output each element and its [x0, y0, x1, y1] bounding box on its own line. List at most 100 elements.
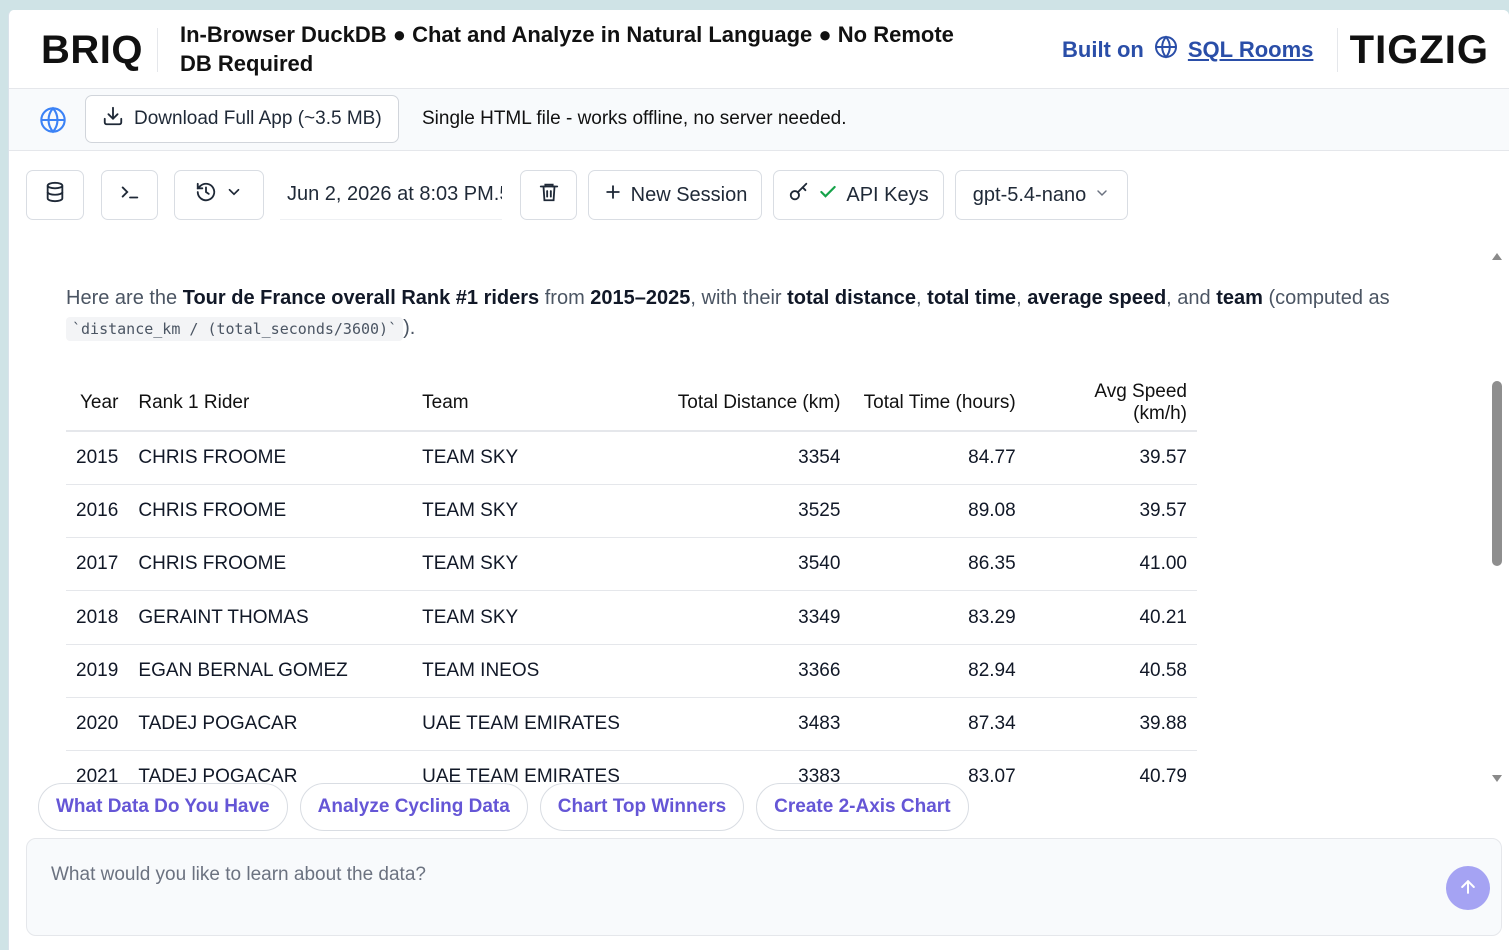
table-cell: 39.57 — [1025, 431, 1197, 485]
send-button[interactable] — [1446, 866, 1490, 910]
database-button[interactable] — [26, 170, 84, 220]
table-cell: TEAM SKY — [412, 484, 632, 539]
table-cell: 2015 — [66, 431, 129, 485]
new-session-button[interactable]: New Session — [588, 170, 762, 220]
new-session-label: New Session — [630, 183, 748, 206]
history-icon — [195, 181, 217, 209]
language-globe-icon[interactable] — [39, 106, 67, 139]
check-icon — [818, 182, 838, 208]
table-cell: TADEJ POGACAR — [128, 750, 413, 786]
app-tagline: In-Browser DuckDB ● Chat and Analyze in … — [180, 22, 954, 76]
sql-terminal-button[interactable] — [101, 170, 158, 220]
built-on-label: Built on — [1062, 37, 1144, 62]
table-cell: 2019 — [66, 644, 129, 698]
api-keys-button[interactable]: API Keys — [773, 170, 944, 220]
suggestion-chip[interactable]: Analyze Cycling Data — [299, 783, 528, 831]
model-select[interactable]: gpt-5.4-nano — [955, 170, 1128, 220]
table-cell: 3383 — [631, 750, 851, 786]
column-header: Team — [412, 375, 632, 432]
table-cell: GERAINT THOMAS — [128, 590, 413, 645]
table-cell: CHRIS FROOME — [128, 537, 413, 592]
table-cell: 3354 — [631, 431, 851, 485]
table-cell: 86.35 — [850, 537, 1026, 592]
table-cell: 89.08 — [850, 484, 1026, 539]
table-cell: UAE TEAM EMIRATES — [412, 697, 632, 752]
message-bold: team — [1216, 287, 1263, 309]
table-cell: 3366 — [631, 644, 851, 698]
download-app-button[interactable]: Download Full App (~3.5 MB) — [85, 95, 399, 143]
assistant-message: Here are the Tour de France overall Rank… — [66, 283, 1426, 344]
table-cell: CHRIS FROOME — [128, 484, 413, 539]
divider — [1337, 28, 1338, 72]
session-name-field[interactable]: Jun 2, 2026 at 8:03 PM.5 — [280, 170, 502, 220]
message-text: (computed as — [1262, 287, 1390, 309]
scroll-down-arrow-icon[interactable] — [1492, 775, 1502, 782]
table-cell: 2018 — [66, 590, 129, 645]
table-cell: 2021 — [66, 750, 129, 786]
trash-icon — [538, 181, 560, 209]
table-cell: 82.94 — [850, 644, 1026, 698]
table-cell: TEAM SKY — [412, 537, 632, 592]
suggestion-chip[interactable]: Create 2-Axis Chart — [756, 783, 969, 831]
api-keys-label: API Keys — [846, 183, 929, 206]
chat-scrollbar[interactable] — [1487, 241, 1509, 786]
built-on: Built on SQL Rooms — [1062, 35, 1313, 65]
table-cell: 2020 — [66, 697, 129, 752]
table-cell: 41.00 — [1025, 537, 1197, 592]
globe-icon — [1154, 35, 1178, 65]
session-history-button[interactable] — [174, 170, 264, 220]
chat-input[interactable] — [39, 847, 1436, 927]
table-cell: 39.88 — [1025, 697, 1197, 752]
scroll-up-arrow-icon[interactable] — [1492, 253, 1502, 260]
table-cell: CHRIS FROOME — [128, 431, 413, 485]
message-bold: average speed — [1027, 287, 1167, 309]
table-row: 2017 CHRIS FROOME TEAM SKY 3540 86.35 41.00 — [66, 537, 1197, 592]
message-text: , with their — [690, 287, 788, 309]
offline-note: Single HTML file - works offline, no ser… — [422, 108, 847, 129]
results-table: Year Rank 1 Rider Team Total Distance (k… — [66, 375, 1197, 786]
message-text: , and — [1166, 287, 1217, 309]
tigzig-logo[interactable]: TIGZIG — [1350, 28, 1489, 73]
table-cell: 3525 — [631, 484, 851, 539]
table-cell: 2016 — [66, 484, 129, 539]
scroll-thumb[interactable] — [1492, 381, 1502, 566]
table-cell: UAE TEAM EMIRATES — [412, 750, 632, 786]
key-icon — [788, 181, 810, 209]
table-row: 2016 CHRIS FROOME TEAM SKY 3525 89.08 39.57 — [66, 484, 1197, 539]
table-cell: 84.77 — [850, 431, 1026, 485]
table-row: 2021 TADEJ POGACAR UAE TEAM EMIRATES 3383 83… — [66, 750, 1197, 786]
table-cell: 87.34 — [850, 697, 1026, 752]
delete-session-button[interactable] — [520, 170, 577, 220]
chevron-down-icon — [225, 183, 243, 207]
app-header: BRIQ In-Browser DuckDB ● Chat and Analyz… — [9, 10, 1509, 89]
message-text: Here are the — [66, 287, 183, 309]
message-bold: 2015–2025 — [590, 287, 691, 309]
message-bold: Tour de France overall Rank #1 riders — [182, 287, 540, 309]
formula-code: `distance_km / (total_seconds/3600)` — [66, 317, 404, 341]
table-row: 2015 CHRIS FROOME TEAM SKY 3354 84.77 39.57 — [66, 431, 1197, 485]
table-cell: 40.21 — [1025, 590, 1197, 645]
suggestion-chip[interactable]: What Data Do You Have — [38, 783, 288, 831]
table-cell: TADEJ POGACAR — [128, 697, 413, 752]
table-cell: 3540 — [631, 537, 851, 592]
column-header: Total Time (hours) — [850, 375, 1026, 432]
suggestion-chips: What Data Do You Have Analyze Cycling Da… — [38, 783, 969, 831]
session-toolbar: Jun 2, 2026 at 8:03 PM.5 New Session API… — [9, 151, 1509, 241]
plus-icon — [603, 182, 623, 208]
sql-rooms-link[interactable]: SQL Rooms — [1188, 37, 1314, 63]
brand-logo[interactable]: BRIQ — [41, 28, 143, 73]
table-cell: 40.79 — [1025, 750, 1197, 786]
download-bar: Download Full App (~3.5 MB) Single HTML … — [9, 89, 1509, 151]
message-text: , — [1016, 287, 1028, 309]
divider — [157, 28, 158, 72]
download-label: Download Full App (~3.5 MB) — [134, 108, 382, 129]
message-text: , — [916, 287, 928, 309]
table-cell: 40.58 — [1025, 644, 1197, 698]
table-cell: 3483 — [631, 697, 851, 752]
database-icon — [44, 181, 66, 209]
table-header-row: Year Rank 1 Rider Team Total Distance (k… — [66, 375, 1197, 432]
table-cell: 83.07 — [850, 750, 1026, 786]
table-row: 2020 TADEJ POGACAR UAE TEAM EMIRATES 3483 87… — [66, 697, 1197, 752]
chevron-down-icon — [1094, 184, 1110, 207]
suggestion-chip[interactable]: Chart Top Winners — [539, 783, 745, 831]
